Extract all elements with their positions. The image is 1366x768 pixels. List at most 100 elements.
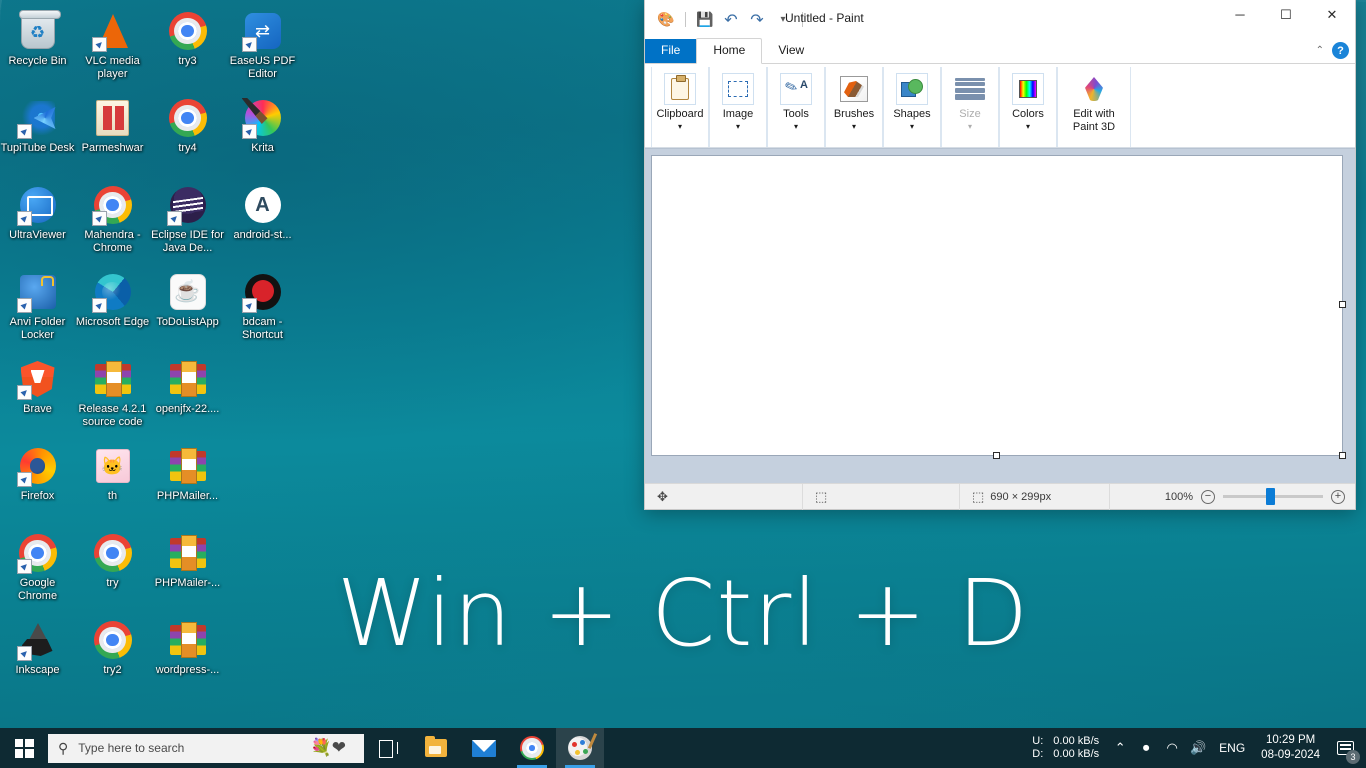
desktop-icon-label: Brave	[23, 403, 52, 415]
ribbon-button-edit-with-paint-3d[interactable]: Edit with Paint 3D	[1060, 67, 1128, 147]
search-input[interactable]: ⚲ Type here to search 💐❤	[48, 733, 364, 763]
ribbon-button-tools[interactable]: Tools ▾	[770, 67, 822, 147]
chrome-button[interactable]	[508, 728, 556, 768]
icon-art	[95, 449, 130, 483]
tab-file[interactable]: File	[645, 39, 697, 63]
redo-icon[interactable]: ↷	[746, 9, 768, 31]
zoom-controls[interactable]: 100% − +	[1151, 488, 1355, 505]
maximize-button[interactable]: ☐	[1263, 0, 1309, 29]
paint-window[interactable]: 🎨 💾 ↶ ↷ ▾ Untitled - Paint ─ ☐ ✕ File Ho…	[644, 0, 1356, 510]
desktop-icon-anvi-folder-locker[interactable]: Anvi Folder Locker	[0, 265, 75, 352]
tab-home[interactable]: Home	[696, 38, 763, 64]
ribbon-tab-row[interactable]: File Home View ⌃ ?	[645, 38, 1355, 64]
help-icon[interactable]: ?	[1332, 42, 1349, 59]
desktop-icon-release-4-2-1-source-code[interactable]: Release 4.2.1 source code	[75, 352, 150, 439]
paint-title-bar[interactable]: 🎨 💾 ↶ ↷ ▾ Untitled - Paint ─ ☐ ✕	[645, 0, 1355, 40]
file-explorer-button[interactable]	[412, 728, 460, 768]
action-center-button[interactable]: 3	[1328, 728, 1362, 768]
ribbon-button-label: Shapes	[893, 108, 931, 120]
paint-button[interactable]	[556, 728, 604, 768]
zoom-slider-thumb[interactable]	[1266, 488, 1275, 505]
system-tray[interactable]: U: D: 0.00 kB/s 0.00 kB/s ⌃ ⏺ ◠ 🔊 ENG 10…	[1024, 728, 1366, 768]
window-controls[interactable]: ─ ☐ ✕	[1217, 0, 1355, 29]
status-canvas-size: ⬚ 690 × 299px	[960, 483, 1110, 510]
ribbon-group-size[interactable]: Size ▾	[941, 67, 999, 147]
desktop-icon-parmeshwar[interactable]: Parmeshwar	[75, 91, 150, 178]
ribbon-group-edit-with-paint-3d[interactable]: Edit with Paint 3D	[1057, 67, 1131, 147]
paint-canvas[interactable]	[652, 156, 1342, 455]
save-icon[interactable]: 💾	[694, 9, 716, 31]
paint-canvas-area[interactable]	[645, 148, 1355, 483]
chevron-down-icon[interactable]: ▾	[736, 122, 740, 131]
close-button[interactable]: ✕	[1309, 0, 1355, 29]
ribbon-button-brushes[interactable]: Brushes ▾	[828, 67, 880, 147]
desktop-icon-easeus-pdf-editor[interactable]: EaseUS PDF Editor	[225, 4, 300, 91]
desktop-icon-try3[interactable]: try3	[150, 4, 225, 91]
icon-art	[94, 361, 131, 397]
desktop[interactable]: Recycle Bin VLC media player try3 EaseUS PD…	[0, 0, 1366, 768]
ribbon-group-colors[interactable]: Colors ▾	[999, 67, 1057, 147]
canvas-resize-handle-right[interactable]	[1339, 301, 1346, 308]
mail-button[interactable]	[460, 728, 508, 768]
chevron-down-icon[interactable]: ▾	[1026, 122, 1030, 131]
taskbar[interactable]: ⚲ Type here to search 💐❤ U: D: 0.00 kB/s…	[0, 728, 1366, 768]
volume-tray-icon[interactable]: 🔊	[1185, 728, 1211, 768]
canvas-resize-handle-corner[interactable]	[1339, 452, 1346, 459]
desktop-icon-bdcam-shortcut[interactable]: bdcam - Shortcut	[225, 265, 300, 352]
ribbon-button-colors[interactable]: Colors ▾	[1002, 67, 1054, 147]
undo-icon[interactable]: ↶	[720, 9, 742, 31]
task-view-button[interactable]	[364, 728, 412, 768]
language-indicator[interactable]: ENG	[1211, 741, 1253, 755]
taskbar-buttons[interactable]	[364, 728, 604, 768]
show-hidden-icons-chevron[interactable]: ⌃	[1107, 728, 1133, 768]
ribbon-button-image[interactable]: Image ▾	[712, 67, 764, 147]
desktop-icon-firefox[interactable]: Firefox	[0, 439, 75, 526]
desktop-icon-microsoft-edge[interactable]: Microsoft Edge	[75, 265, 150, 352]
ribbon-group-image[interactable]: Image ▾	[709, 67, 767, 147]
chevron-down-icon[interactable]: ▾	[910, 122, 914, 131]
paint3d-icon	[1078, 73, 1110, 105]
desktop-icon-try4[interactable]: try4	[150, 91, 225, 178]
desktop-icon-mahendra-chrome[interactable]: Mahendra - Chrome	[75, 178, 150, 265]
ribbon-group-shapes[interactable]: Shapes ▾	[883, 67, 941, 147]
clock[interactable]: 10:29 PM 08-09-2024	[1253, 733, 1328, 763]
desktop-icon-label: Release 4.2.1 source code	[78, 403, 147, 428]
zoom-in-button[interactable]: +	[1331, 489, 1345, 504]
chevron-down-icon[interactable]: ▾	[852, 122, 856, 131]
zoom-slider[interactable]	[1223, 488, 1323, 505]
desktop-icon-phpmailer[interactable]: PHPMailer...	[150, 439, 225, 526]
desktop-icon-tupitube-desk[interactable]: TupiTube Desk	[0, 91, 75, 178]
quick-access-toolbar[interactable]: 🎨 💾 ↶ ↷ ▾	[645, 0, 807, 32]
shortcut-arrow-icon	[16, 298, 32, 313]
ribbon-group-clipboard[interactable]: Clipboard ▾	[651, 67, 709, 147]
chevron-down-icon[interactable]: ▾	[678, 122, 682, 131]
desktop-icon-eclipse-ide-for-java-de[interactable]: Eclipse IDE for Java De...	[150, 178, 225, 265]
wifi-tray-icon[interactable]: ◠	[1159, 728, 1185, 768]
chevron-up-icon[interactable]: ⌃	[1316, 45, 1324, 56]
desktop-icon-openjfx-22[interactable]: openjfx-22....	[150, 352, 225, 439]
start-button[interactable]	[0, 728, 48, 768]
ribbon-group-brushes[interactable]: Brushes ▾	[825, 67, 883, 147]
ic-winrar-icon	[167, 358, 209, 400]
mail-icon	[472, 739, 496, 757]
desktop-icon-todolistapp[interactable]: ToDoListApp	[150, 265, 225, 352]
chevron-down-icon[interactable]: ▾	[794, 122, 798, 131]
desktop-icon-brave[interactable]: Brave	[0, 352, 75, 439]
desktop-icon-android-st[interactable]: android-st...	[225, 178, 300, 265]
canvas-resize-handle-bottom[interactable]	[993, 452, 1000, 459]
zoom-out-button[interactable]: −	[1201, 489, 1215, 504]
desktop-icon-ultraviewer[interactable]: UltraViewer	[0, 178, 75, 265]
camera-tray-icon[interactable]: ⏺	[1133, 728, 1159, 768]
desktop-icon-krita[interactable]: Krita	[225, 91, 300, 178]
ribbon-toolbar[interactable]: Clipboard▾Image▾Tools▾Brushes▾ Shapes ▾ Siz…	[645, 64, 1355, 148]
tab-view[interactable]: View	[762, 39, 820, 63]
desktop-icon-recycle-bin[interactable]: Recycle Bin	[0, 4, 75, 91]
paint-app-icon[interactable]: 🎨	[655, 9, 677, 31]
minimize-button[interactable]: ─	[1217, 0, 1263, 29]
ribbon-button-clipboard[interactable]: Clipboard ▾	[654, 67, 706, 147]
ribbon-button-shapes[interactable]: Shapes ▾	[886, 67, 938, 147]
ribbon-right-controls[interactable]: ⌃ ?	[1316, 42, 1349, 59]
ribbon-group-tools[interactable]: Tools ▾	[767, 67, 825, 147]
desktop-icon-vlc-media-player[interactable]: VLC media player	[75, 4, 150, 91]
desktop-icon-th[interactable]: th	[75, 439, 150, 526]
